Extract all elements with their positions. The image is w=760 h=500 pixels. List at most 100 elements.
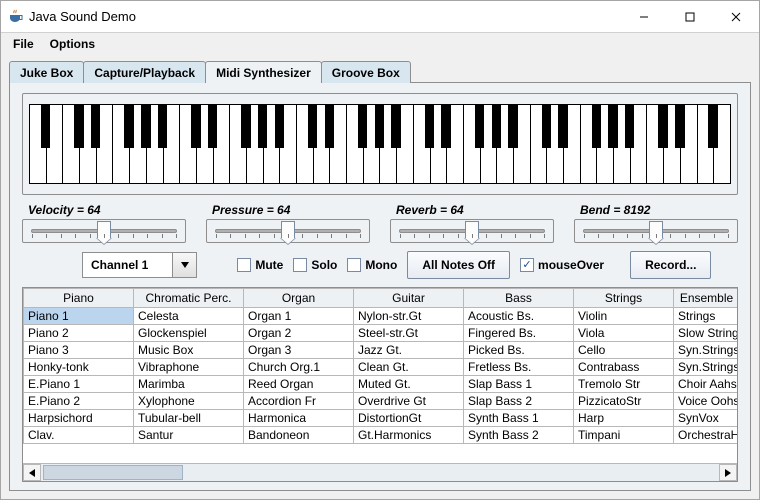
tab-groove[interactable]: Groove Box [321, 61, 411, 83]
table-cell[interactable]: Cello [574, 342, 674, 359]
table-cell[interactable]: Picked Bs. [464, 342, 574, 359]
table-cell[interactable]: Tremolo Str [574, 376, 674, 393]
column-header[interactable]: Organ [244, 289, 354, 308]
velocity-slider[interactable] [22, 219, 186, 243]
channel-combo[interactable]: Channel 1 [82, 252, 197, 278]
scroll-left-icon[interactable] [23, 464, 41, 481]
table-cell[interactable]: Steel-str.Gt [354, 325, 464, 342]
table-cell[interactable]: Organ 2 [244, 325, 354, 342]
table-cell[interactable]: Organ 1 [244, 308, 354, 325]
table-cell[interactable]: Harmonica [244, 410, 354, 427]
mono-checkbox[interactable]: Mono [347, 258, 397, 272]
table-cell[interactable]: Harp [574, 410, 674, 427]
table-cell[interactable]: Piano 1 [24, 308, 134, 325]
maximize-button[interactable] [667, 2, 713, 32]
black-key[interactable] [542, 105, 551, 148]
chevron-down-icon[interactable] [172, 253, 196, 277]
black-key[interactable] [158, 105, 167, 148]
table-cell[interactable]: Violin [574, 308, 674, 325]
solo-checkbox[interactable]: Solo [293, 258, 337, 272]
pressure-slider[interactable] [206, 219, 370, 243]
table-row[interactable]: Clav.SanturBandoneonGt.HarmonicsSynth Ba… [24, 427, 738, 444]
horizontal-scrollbar[interactable] [23, 463, 737, 481]
black-key[interactable] [208, 105, 217, 148]
table-cell[interactable]: Church Org.1 [244, 359, 354, 376]
minimize-button[interactable] [621, 2, 667, 32]
table-cell[interactable]: Timpani [574, 427, 674, 444]
scroll-track[interactable] [41, 464, 719, 481]
table-cell[interactable]: Accordion Fr [244, 393, 354, 410]
close-button[interactable] [713, 2, 759, 32]
tab-capture[interactable]: Capture/Playback [83, 61, 206, 83]
reverb-slider[interactable] [390, 219, 554, 243]
table-row[interactable]: Piano 1CelestaOrgan 1Nylon-str.GtAcousti… [24, 308, 738, 325]
table-cell[interactable]: Clean Gt. [354, 359, 464, 376]
instrument-table[interactable]: PianoChromatic Perc.OrganGuitarBassStrin… [23, 288, 737, 463]
menu-options[interactable]: Options [44, 35, 101, 53]
table-cell[interactable]: Overdrive Gt [354, 393, 464, 410]
white-key[interactable] [30, 105, 47, 183]
table-cell[interactable]: Bandoneon [244, 427, 354, 444]
black-key[interactable] [241, 105, 250, 148]
table-cell[interactable]: Piano 2 [24, 325, 134, 342]
table-cell[interactable]: Xylophone [134, 393, 244, 410]
table-cell[interactable]: Tubular-bell [134, 410, 244, 427]
table-row[interactable]: Honky-tonkVibraphoneChurch Org.1Clean Gt… [24, 359, 738, 376]
table-cell[interactable]: Fretless Bs. [464, 359, 574, 376]
black-key[interactable] [191, 105, 200, 148]
table-cell[interactable]: Muted Gt. [354, 376, 464, 393]
table-cell[interactable]: Reed Organ [244, 376, 354, 393]
column-header[interactable]: Bass [464, 289, 574, 308]
table-cell[interactable]: Organ 3 [244, 342, 354, 359]
white-key[interactable] [647, 105, 664, 183]
table-row[interactable]: Piano 2GlockenspielOrgan 2Steel-str.GtFi… [24, 325, 738, 342]
black-key[interactable] [608, 105, 617, 148]
black-key[interactable] [91, 105, 100, 148]
black-key[interactable] [141, 105, 150, 148]
table-cell[interactable]: Syn.Strings1 [674, 342, 738, 359]
all-notes-off-button[interactable]: All Notes Off [407, 251, 510, 279]
mouseover-checkbox[interactable]: ✓mouseOver [520, 258, 604, 272]
column-header[interactable]: Ensemble [674, 289, 738, 308]
table-cell[interactable]: Music Box [134, 342, 244, 359]
tab-jukebox[interactable]: Juke Box [9, 61, 84, 83]
table-row[interactable]: E.Piano 1MarimbaReed OrganMuted Gt.Slap … [24, 376, 738, 393]
black-key[interactable] [508, 105, 517, 148]
table-cell[interactable]: Synth Bass 1 [464, 410, 574, 427]
scroll-right-icon[interactable] [719, 464, 737, 481]
black-key[interactable] [675, 105, 684, 148]
black-key[interactable] [475, 105, 484, 148]
white-key[interactable] [180, 105, 197, 183]
table-cell[interactable]: Celesta [134, 308, 244, 325]
scroll-thumb[interactable] [43, 465, 183, 480]
black-key[interactable] [425, 105, 434, 148]
table-cell[interactable]: Choir Aahs [674, 376, 738, 393]
column-header[interactable]: Strings [574, 289, 674, 308]
table-cell[interactable]: Glockenspiel [134, 325, 244, 342]
column-header[interactable]: Chromatic Perc. [134, 289, 244, 308]
table-row[interactable]: HarpsichordTubular-bellHarmonicaDistorti… [24, 410, 738, 427]
table-cell[interactable]: Strings [674, 308, 738, 325]
black-key[interactable] [258, 105, 267, 148]
table-cell[interactable]: PizzicatoStr [574, 393, 674, 410]
white-key[interactable] [63, 105, 80, 183]
table-row[interactable]: E.Piano 2XylophoneAccordion FrOverdrive … [24, 393, 738, 410]
black-key[interactable] [391, 105, 400, 148]
table-cell[interactable]: Acoustic Bs. [464, 308, 574, 325]
table-cell[interactable]: OrchestraHit [674, 427, 738, 444]
white-key[interactable] [698, 105, 715, 183]
black-key[interactable] [275, 105, 284, 148]
column-header[interactable]: Guitar [354, 289, 464, 308]
table-cell[interactable]: E.Piano 1 [24, 376, 134, 393]
table-cell[interactable]: Nylon-str.Gt [354, 308, 464, 325]
black-key[interactable] [558, 105, 567, 148]
table-cell[interactable]: E.Piano 2 [24, 393, 134, 410]
table-cell[interactable]: Harpsichord [24, 410, 134, 427]
white-key[interactable] [531, 105, 548, 183]
table-cell[interactable]: Slap Bass 2 [464, 393, 574, 410]
record-button[interactable]: Record... [630, 251, 711, 279]
table-cell[interactable]: Fingered Bs. [464, 325, 574, 342]
white-key[interactable] [414, 105, 431, 183]
table-cell[interactable]: Jazz Gt. [354, 342, 464, 359]
table-cell[interactable]: Synth Bass 2 [464, 427, 574, 444]
